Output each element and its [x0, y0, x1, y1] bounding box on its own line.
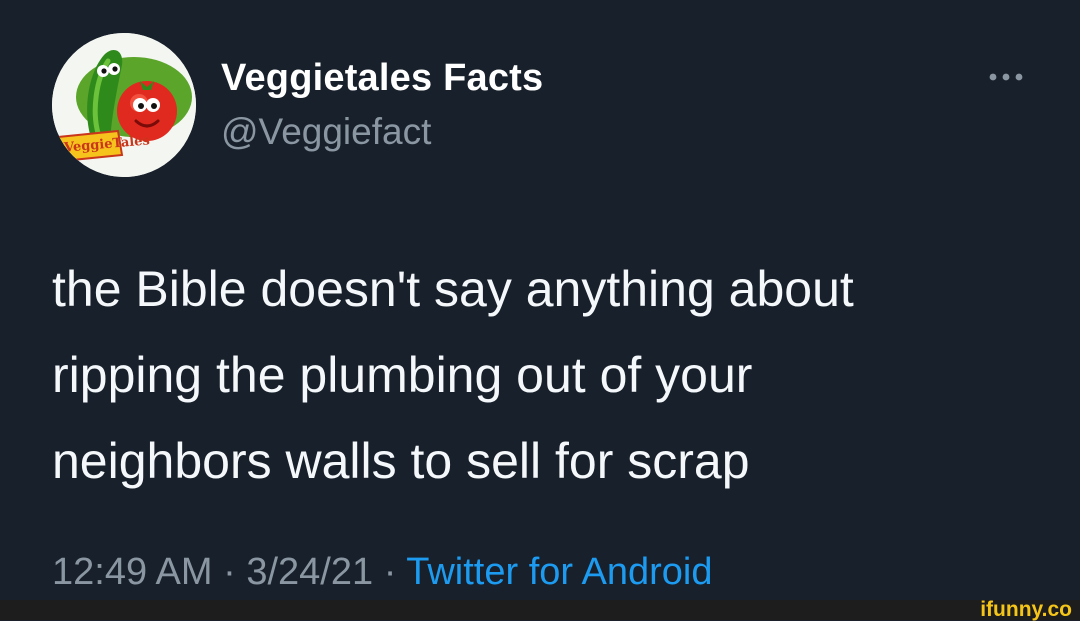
display-name[interactable]: Veggietales Facts: [221, 56, 543, 100]
tweet-metadata: 12:49 AM · 3/24/21 · Twitter for Android: [52, 546, 712, 598]
tweet-time[interactable]: 12:49 AM: [52, 551, 213, 593]
more-horizontal-icon[interactable]: [986, 70, 1026, 84]
tweet-card: VeggieTales Veggietales Facts @Veggiefac…: [0, 0, 1080, 600]
tweet-text: the Bible doesn't say anything about rip…: [52, 261, 854, 489]
profile-avatar[interactable]: VeggieTales: [52, 33, 196, 177]
user-handle[interactable]: @Veggiefact: [221, 110, 431, 154]
meta-separator: ·: [212, 551, 247, 593]
ifunny-watermark: ifunny.co: [980, 598, 1072, 621]
tweet-date[interactable]: 3/24/21: [246, 551, 373, 593]
meta-separator: ·: [373, 551, 407, 593]
tweet-source-link[interactable]: Twitter for Android: [406, 551, 712, 593]
watermark-bar: ifunny.co: [0, 598, 1080, 621]
veggietales-logo-icon: [52, 33, 196, 177]
